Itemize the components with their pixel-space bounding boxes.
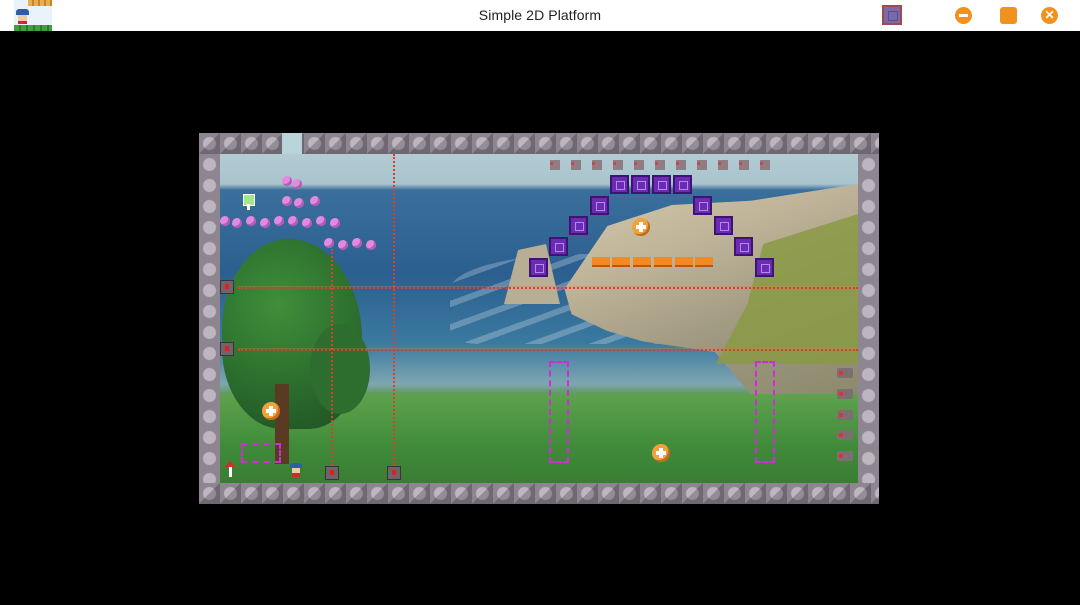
moving-platform [695, 257, 713, 267]
platform-block [529, 258, 548, 277]
bubble-icon [366, 240, 376, 250]
bubble-icon [260, 218, 270, 228]
bush-icon [310, 324, 370, 414]
platform-block [549, 237, 568, 256]
moving-platform [654, 257, 672, 267]
close-icon: ✕ [1044, 8, 1055, 22]
platform-block [673, 175, 692, 194]
platform-block [590, 196, 609, 215]
bubble-icon [282, 176, 292, 186]
turret-icon [837, 389, 853, 399]
bubble-icon [330, 218, 340, 228]
turret-icon [837, 451, 853, 461]
bubble-icon [292, 179, 302, 189]
platform-block [693, 196, 712, 215]
laser-emitter [387, 466, 401, 480]
bubble-icon [310, 196, 320, 206]
bubble-icon [324, 238, 334, 248]
floor [199, 483, 879, 504]
checkpoint-icon [223, 461, 237, 477]
bubble-icon [294, 198, 304, 208]
bubble-icon [232, 218, 242, 228]
platform-block [569, 216, 588, 235]
laser-emitter [220, 280, 234, 294]
turret-icon [837, 410, 853, 420]
moving-platform [675, 257, 693, 267]
platform-block [734, 237, 753, 256]
bubble-icon [274, 216, 284, 226]
laser-beam-horizontal [238, 287, 858, 289]
ceiling-turret-row [550, 160, 774, 170]
laser-emitter [325, 466, 339, 480]
wall-right [858, 154, 879, 483]
laser-beam-vertical [393, 154, 395, 466]
game-canvas[interactable] [199, 133, 879, 504]
bubble-icon [220, 216, 230, 226]
laser-beam-vertical [331, 249, 333, 466]
moving-platform [592, 257, 610, 267]
platform-block [652, 175, 671, 194]
maximize-button[interactable] [1000, 7, 1017, 24]
ceiling-gap [282, 133, 302, 154]
moving-platform [633, 257, 651, 267]
level-scene [220, 154, 858, 483]
bubble-icon [282, 196, 292, 206]
minimize-button[interactable] [955, 7, 972, 24]
bubble-icon [246, 216, 256, 226]
bubble-icon [288, 216, 298, 226]
coin-icon [652, 444, 670, 462]
player-character [290, 463, 302, 477]
dash-zone [241, 443, 281, 463]
bubble-icon [302, 218, 312, 228]
platform-block [714, 216, 733, 235]
goal-flag-icon [243, 194, 255, 210]
title-bar: Simple 2D Platform ✕ [0, 0, 1080, 31]
bubble-icon [338, 240, 348, 250]
window-title: Simple 2D Platform [478, 7, 602, 23]
close-button[interactable]: ✕ [1041, 7, 1058, 24]
platform-block [631, 175, 650, 194]
bubble-icon [352, 238, 362, 248]
moving-platform [612, 257, 630, 267]
turret-icon [837, 368, 853, 378]
wall-left [199, 154, 220, 483]
square-icon[interactable] [882, 5, 902, 25]
laser-beam-horizontal [238, 349, 858, 351]
dash-zone [549, 361, 569, 463]
coin-icon [262, 402, 280, 420]
turret-icon [837, 430, 853, 440]
bubble-icon [316, 216, 326, 226]
laser-emitter [220, 342, 234, 356]
platform-block [755, 258, 774, 277]
platform-block [610, 175, 629, 194]
dash-zone [755, 361, 775, 463]
coin-icon [632, 218, 650, 236]
